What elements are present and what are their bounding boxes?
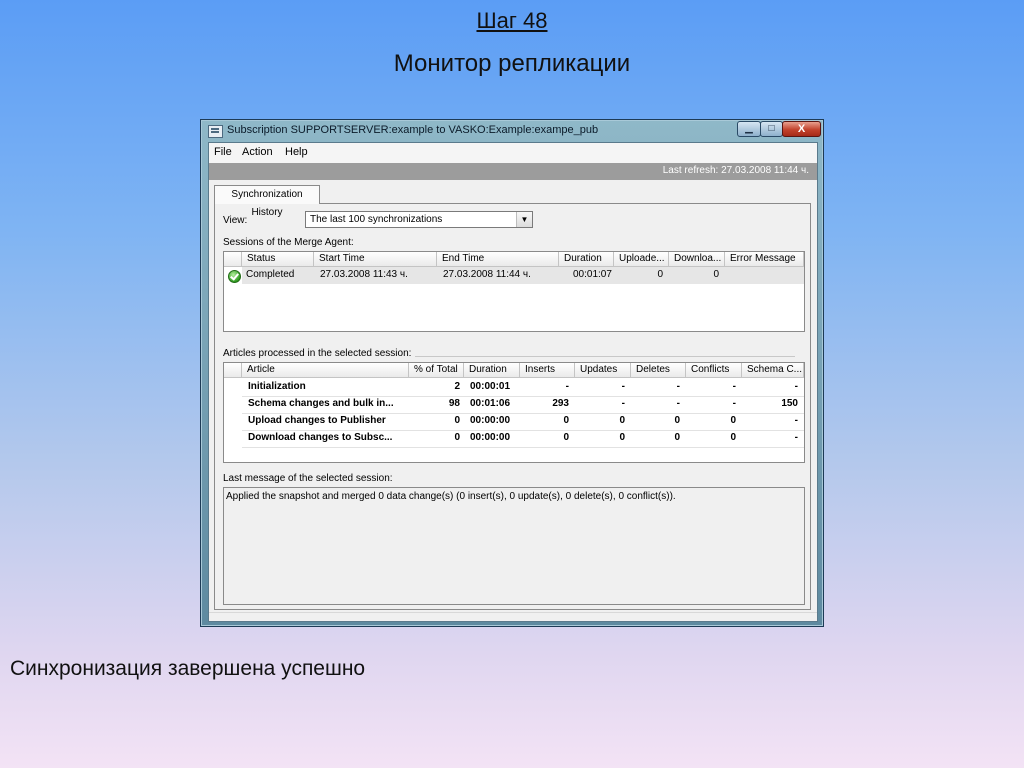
articles-header-duration[interactable]: Duration [464, 363, 520, 378]
article-name: Upload changes to Publisher [248, 415, 386, 426]
tab-panel: View: The last 100 synchronizations ▼ Se… [214, 203, 811, 610]
sessions-header-downloaded[interactable]: Downloa... [669, 252, 725, 267]
article-duration: 00:00:00 [470, 432, 511, 443]
view-dropdown[interactable]: The last 100 synchronizations ▼ [305, 211, 533, 228]
articles-header-article[interactable]: Article [242, 363, 409, 378]
sessions-header-icon-col [224, 252, 242, 267]
article-updates: 0 [619, 415, 625, 426]
article-name: Schema changes and bulk in... [248, 398, 394, 409]
articles-header-pct[interactable]: % of Total [409, 363, 464, 378]
menu-action[interactable]: Action [242, 146, 273, 158]
slide-title: Монитор репликации [393, 50, 631, 77]
sessions-header-end[interactable]: End Time [437, 252, 559, 267]
article-deletes: - [676, 381, 680, 392]
minimize-button[interactable]: ▁ [737, 121, 761, 137]
articles-header-inserts[interactable]: Inserts [520, 363, 575, 378]
article-conflicts: 0 [730, 415, 736, 426]
sessions-header-error[interactable]: Error Message [725, 252, 804, 267]
article-deletes: 0 [674, 415, 680, 426]
article-updates: - [621, 398, 625, 409]
view-dropdown-value: The last 100 synchronizations [310, 214, 443, 225]
view-label: View: [223, 215, 248, 226]
slide-step: Шаг 48 [476, 8, 548, 33]
article-name: Initialization [248, 381, 306, 392]
article-duration: 00:01:06 [470, 398, 511, 409]
article-deletes: 0 [674, 432, 680, 443]
close-button[interactable]: X [782, 121, 821, 137]
session-error [725, 267, 804, 284]
article-pct: 0 [454, 415, 460, 426]
article-name: Download changes to Subsc... [248, 432, 393, 443]
sessions-header-duration[interactable]: Duration [559, 252, 614, 267]
replication-monitor-window: Subscription SUPPORTSERVER:example to VA… [200, 119, 824, 627]
articles-header-icon-col [224, 363, 242, 378]
article-conflicts: - [732, 398, 736, 409]
session-status: Completed [246, 269, 295, 280]
article-conflicts: - [732, 381, 736, 392]
last-refresh-text: Last refresh: 27.03.2008 11:44 ч. [662, 165, 809, 176]
articles-label: Articles processed in the selected sessi… [223, 348, 412, 359]
last-message-label: Last message of the selected session: [223, 473, 393, 484]
article-schema: 150 [781, 398, 798, 409]
article-schema: - [794, 381, 798, 392]
article-schema: - [794, 415, 798, 426]
last-message-text: Applied the snapshot and merged 0 data c… [226, 491, 676, 502]
session-start: 27.03.2008 11:43 ч. [320, 269, 408, 280]
articles-grid: Article % of Total Duration Inserts Upda… [223, 362, 805, 463]
tab-synchronization-history[interactable]: Synchronization History [214, 185, 320, 218]
articles-header-updates[interactable]: Updates [575, 363, 631, 378]
article-inserts: 293 [552, 398, 569, 409]
sessions-header-uploaded[interactable]: Uploade... [614, 252, 669, 267]
session-end: 27.03.2008 11:44 ч. [443, 269, 531, 280]
session-duration: 00:01:07 [573, 269, 612, 280]
menu-help[interactable]: Help [285, 146, 308, 158]
article-pct: 0 [454, 432, 460, 443]
article-deletes: - [676, 398, 680, 409]
check-success-icon [228, 270, 241, 283]
menu-file[interactable]: File [214, 146, 232, 158]
sessions-grid: Status Start Time End Time Duration Uplo… [223, 251, 805, 332]
article-schema: - [794, 432, 798, 443]
articles-header-deletes[interactable]: Deletes [631, 363, 686, 378]
article-pct: 2 [454, 381, 460, 392]
session-uploaded: 0 [657, 269, 663, 280]
refresh-bar: Last refresh: 27.03.2008 11:44 ч. [209, 163, 817, 180]
article-duration: 00:00:01 [470, 381, 511, 392]
menu-bar: File Action Help [209, 143, 817, 163]
sessions-header-start[interactable]: Start Time [314, 252, 437, 267]
sessions-label: Sessions of the Merge Agent: [223, 237, 354, 248]
session-downloaded: 0 [713, 269, 719, 280]
article-pct: 98 [448, 398, 460, 409]
article-inserts: 0 [563, 432, 569, 443]
articles-header-conflicts[interactable]: Conflicts [686, 363, 742, 378]
row-divider [242, 447, 804, 448]
status-bar [209, 612, 817, 622]
sessions-header-status[interactable]: Status [242, 252, 314, 267]
window-client: File Action Help Last refresh: 27.03.200… [208, 142, 818, 622]
chevron-down-icon[interactable]: ▼ [516, 212, 532, 227]
window-app-icon [208, 125, 223, 138]
article-conflicts: 0 [730, 432, 736, 443]
article-updates: 0 [619, 432, 625, 443]
article-updates: - [621, 381, 625, 392]
group-divider [415, 356, 795, 357]
article-inserts: - [565, 381, 569, 392]
last-message-box[interactable]: Applied the snapshot and merged 0 data c… [223, 487, 805, 605]
maximize-button[interactable]: □ [760, 121, 783, 137]
articles-header-schema[interactable]: Schema C... [742, 363, 804, 378]
article-inserts: 0 [563, 415, 569, 426]
window-title: Subscription SUPPORTSERVER:example to VA… [227, 124, 599, 136]
article-duration: 00:00:00 [470, 415, 511, 426]
slide-caption: Синхронизация завершена успешно [10, 657, 366, 680]
title-bar[interactable]: Subscription SUPPORTSERVER:example to VA… [201, 120, 823, 142]
